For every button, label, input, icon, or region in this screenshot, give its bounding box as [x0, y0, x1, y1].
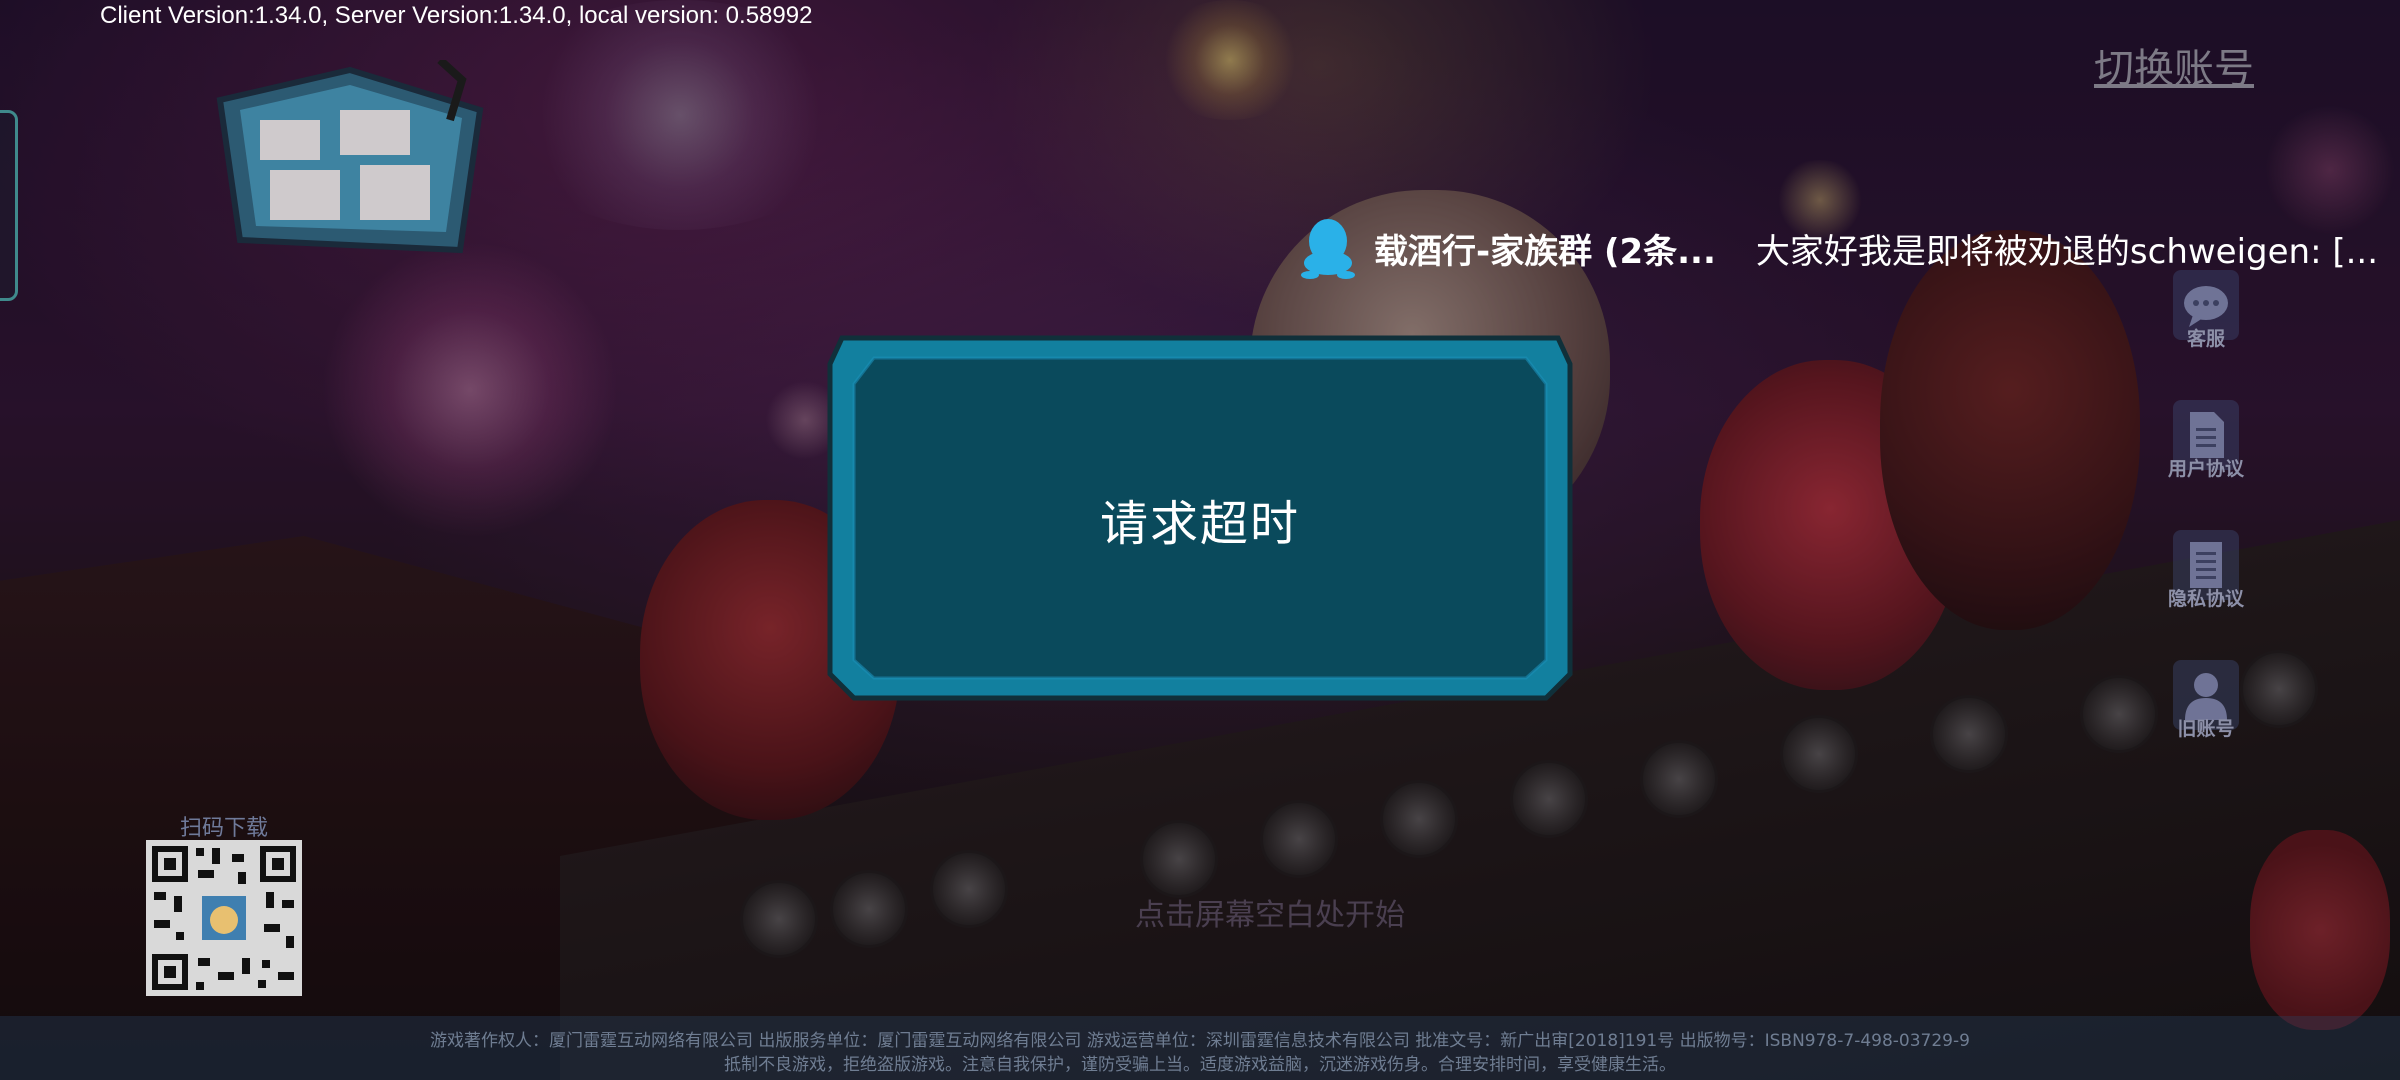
chat-notification[interactable]: 载酒行-家族群 (2条... 大家好我是即将被劝退的schweigen: [..… — [1300, 218, 2379, 279]
privacy-agreement-button[interactable]: 隐私协议 — [2166, 530, 2246, 630]
tap-to-start-hint: 点击屏幕空白处开始 — [1135, 898, 1405, 933]
switch-account-link[interactable]: 切换账号 — [2094, 36, 2254, 94]
footer-legal: 游戏著作权人：厦门雷霆互动网络有限公司 出版服务单位：厦门雷霆互动网络有限公司 … — [0, 1016, 2400, 1080]
qr-download-label: 扫码下载 — [179, 816, 268, 841]
game-logo — [216, 60, 484, 254]
user-icon — [2185, 673, 2227, 720]
side-menu-label: 用户协议 — [2167, 458, 2244, 480]
login-screen[interactable]: Client Version:1.34.0, Server Version:1.… — [0, 0, 2400, 1080]
footer-copyright-line: 游戏著作权人：厦门雷霆互动网络有限公司 出版服务单位：厦门雷霆互动网络有限公司 … — [430, 1031, 1970, 1051]
side-menu-label: 隐私协议 — [2167, 588, 2244, 610]
notification-message: 大家好我是即将被劝退的schweigen: [... — [1755, 231, 2379, 272]
footer-health-notice: 抵制不良游戏，拒绝盗版游戏。注意自我保护，谨防受骗上当。适度游戏益脑，沉迷游戏伤… — [724, 1055, 1676, 1075]
customer-service-button[interactable]: 客服 — [2166, 270, 2246, 370]
request-timeout-dialog[interactable]: 请求超时 — [826, 334, 1574, 702]
document-icon — [2190, 412, 2224, 458]
qr-code — [146, 840, 302, 996]
document-icon — [2190, 542, 2222, 588]
version-info: Client Version:1.34.0, Server Version:1.… — [100, 2, 813, 29]
side-menu-label: 客服 — [2186, 328, 2225, 350]
notification-group-name: 载酒行-家族群 (2条... — [1374, 231, 1716, 272]
chat-bubble-icon — [2184, 286, 2228, 327]
user-agreement-button[interactable]: 用户协议 — [2166, 400, 2246, 500]
dialog-message: 请求超时 — [1099, 496, 1300, 552]
old-account-button[interactable]: 旧账号 — [2166, 660, 2246, 760]
qq-penguin-icon — [1301, 219, 1355, 279]
side-drawer-tab[interactable] — [0, 110, 18, 301]
side-menu-label: 旧账号 — [2177, 718, 2235, 740]
